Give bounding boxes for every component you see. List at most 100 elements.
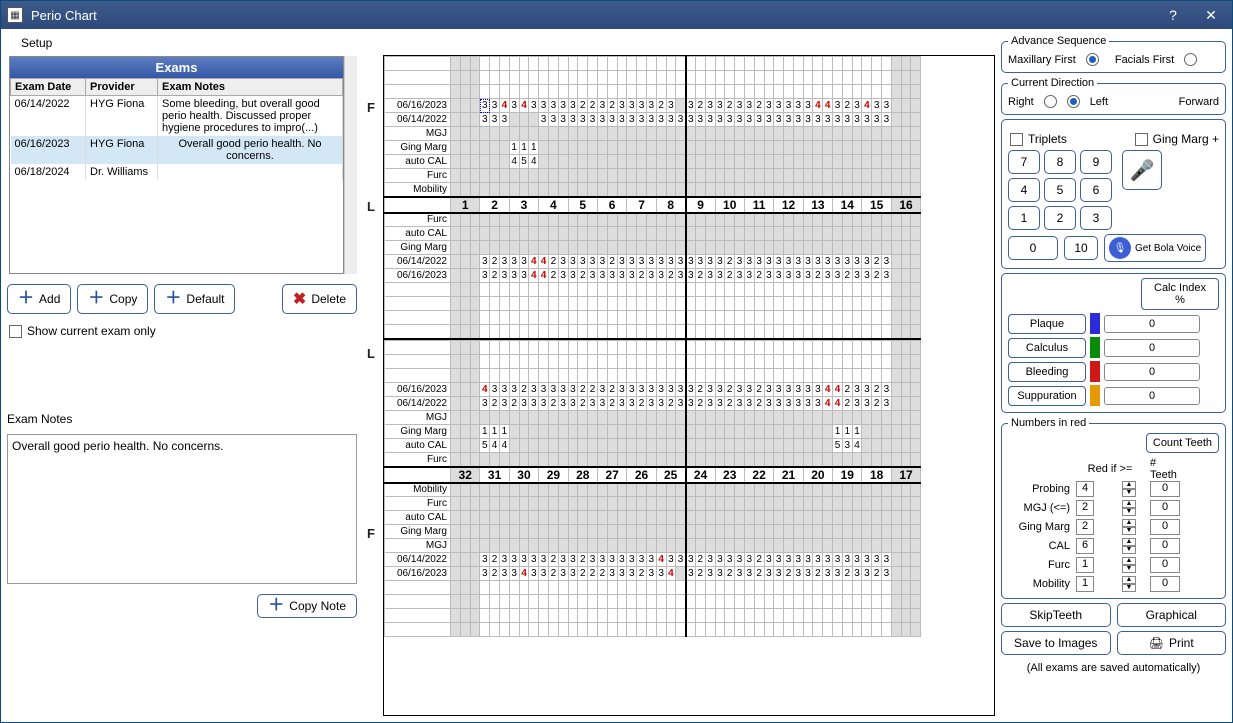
red-Furc-value[interactable]: 1 (1076, 557, 1094, 573)
forward-label: Forward (1179, 96, 1219, 108)
tooth-19: 19 (833, 467, 862, 483)
exam-row[interactable]: 06/18/2024 Dr. Williams (11, 164, 343, 180)
tooth-29: 29 (539, 467, 568, 483)
bleeding-color-swatch (1090, 361, 1100, 382)
maxillary-first-radio[interactable] (1086, 53, 1099, 66)
red-Probing-stepper[interactable]: ▲▼ (1122, 481, 1136, 497)
exam-row[interactable]: 06/16/2023 HYG Fiona Overall good perio … (11, 136, 343, 164)
perio-grid[interactable]: 06/16/2023334343333322323333233233233233… (383, 55, 995, 716)
skip-teeth-button[interactable]: SkipTeeth (1001, 603, 1111, 627)
tooth-1: 1 (451, 197, 480, 213)
red-Ging Marg-teeth: 0 (1150, 519, 1180, 535)
left-panel: Setup Exams Exam Date Provider Exam Note… (7, 33, 357, 716)
red-Probing-teeth: 0 (1150, 481, 1180, 497)
tooth-20: 20 (803, 467, 832, 483)
right-panel: Advance Sequence Maxillary First Facials… (1001, 33, 1226, 716)
row-label: 06/14/2022 (385, 397, 451, 411)
default-button[interactable]: ＋Default (154, 284, 235, 314)
red-Probing-value[interactable]: 4 (1076, 481, 1094, 497)
ging-marg-plus-checkbox[interactable]: Ging Marg + (1135, 132, 1219, 146)
microphone-button[interactable]: 🎤 (1122, 150, 1162, 190)
copy-note-button[interactable]: ＋Copy Note (257, 594, 357, 618)
bleeding-button[interactable]: Bleeding (1008, 362, 1086, 382)
maxillary-first-label: Maxillary First (1008, 54, 1076, 66)
key-6-button[interactable]: 6 (1080, 178, 1112, 202)
exam-notes-textarea[interactable]: Overall good perio health. No concerns. (7, 434, 357, 584)
col-exam-notes[interactable]: Exam Notes (158, 79, 343, 96)
facial-label: F (363, 453, 379, 613)
bleeding-value: 0 (1104, 363, 1200, 381)
help-button[interactable]: ? (1158, 4, 1188, 26)
show-current-exam-checkbox[interactable]: Show current exam only (9, 324, 357, 338)
triplets-checkbox[interactable]: Triplets (1010, 132, 1067, 146)
red-MGJ (<=)-stepper[interactable]: ▲▼ (1122, 500, 1136, 516)
red-Furc-teeth: 0 (1150, 557, 1180, 573)
red-CAL-teeth: 0 (1150, 538, 1180, 554)
red-Ging Marg-value[interactable]: 2 (1076, 519, 1094, 535)
calculus-value: 0 (1104, 339, 1200, 357)
tooth-14: 14 (833, 197, 862, 213)
calculus-button[interactable]: Calculus (1008, 338, 1086, 358)
close-button[interactable]: ✕ (1196, 4, 1226, 26)
perio-chart-window: ▦ Perio Chart ? ✕ Setup Exams Exam Date … (0, 0, 1233, 723)
exams-list: Exams Exam Date Provider Exam Notes 06/1… (9, 56, 344, 274)
save-to-images-button[interactable]: Save to Images (1001, 631, 1111, 655)
tooth-10: 10 (715, 197, 744, 213)
left-radio[interactable] (1067, 95, 1080, 108)
red-Furc-label: Furc (1008, 559, 1070, 571)
add-exam-button[interactable]: ＋Add (7, 284, 71, 314)
suppuration-button[interactable]: Suppuration (1008, 386, 1086, 406)
red-Mobility-value[interactable]: 1 (1076, 576, 1094, 592)
key-5-button[interactable]: 5 (1044, 178, 1076, 202)
plus-icon: ＋ (18, 293, 34, 305)
key-10-button[interactable]: 10 (1064, 236, 1098, 260)
tooth-32: 32 (451, 467, 480, 483)
suppuration-color-swatch (1090, 385, 1100, 406)
lingual-label: L (363, 253, 379, 453)
count-teeth-button[interactable]: Count Teeth (1146, 433, 1219, 453)
right-label: Right (1008, 96, 1034, 108)
red-CAL-value[interactable]: 6 (1076, 538, 1094, 554)
row-label: 06/16/2023 (385, 567, 451, 581)
bola-mic-icon: 🎙 (1109, 237, 1131, 259)
delete-exam-button[interactable]: ✖Delete (282, 284, 357, 314)
key-0-button[interactable]: 0 (1008, 236, 1058, 260)
key-7-button[interactable]: 7 (1008, 150, 1040, 174)
tooth-11: 11 (744, 197, 773, 213)
facials-first-radio[interactable] (1184, 53, 1197, 66)
key-9-button[interactable]: 9 (1080, 150, 1112, 174)
bola-voice-button[interactable]: 🎙 Get Bola Voice (1104, 234, 1206, 262)
key-2-button[interactable]: 2 (1044, 206, 1076, 230)
red-Furc-stepper[interactable]: ▲▼ (1122, 557, 1136, 573)
key-3-button[interactable]: 3 (1080, 206, 1112, 230)
key-4-button[interactable]: 4 (1008, 178, 1040, 202)
print-button[interactable]: 🖨Print (1117, 631, 1227, 655)
graphical-button[interactable]: Graphical (1117, 603, 1227, 627)
red-Mobility-stepper[interactable]: ▲▼ (1122, 576, 1136, 592)
facials-first-label: Facials First (1115, 54, 1174, 66)
red-Ging Marg-stepper[interactable]: ▲▼ (1122, 519, 1136, 535)
suppuration-value: 0 (1104, 387, 1200, 405)
key-1-button[interactable]: 1 (1008, 206, 1040, 230)
lingual-label: L (363, 159, 379, 253)
titlebar: ▦ Perio Chart ? ✕ (1, 1, 1232, 29)
surface-labels: F L L F (363, 55, 379, 716)
key-8-button[interactable]: 8 (1044, 150, 1076, 174)
right-radio[interactable] (1044, 95, 1057, 108)
row-label: 06/16/2023 (385, 383, 451, 397)
red-CAL-stepper[interactable]: ▲▼ (1122, 538, 1136, 554)
copy-exam-button[interactable]: ＋Copy (77, 284, 148, 314)
red-MGJ (<=)-label: MGJ (<=) (1008, 502, 1070, 514)
tooth-15: 15 (862, 197, 891, 213)
row-label: 06/16/2023 (385, 269, 451, 283)
red-Probing-label: Probing (1008, 483, 1070, 495)
col-exam-date[interactable]: Exam Date (11, 79, 86, 96)
red-Ging Marg-label: Ging Marg (1008, 521, 1070, 533)
left-label: Left (1090, 96, 1108, 108)
exam-row[interactable]: 06/14/2022 HYG Fiona Some bleeding, but … (11, 96, 343, 137)
calc-index-button[interactable]: Calc Index % (1141, 278, 1219, 310)
exams-scrollbar[interactable] (344, 56, 357, 274)
col-provider[interactable]: Provider (86, 79, 158, 96)
plaque-button[interactable]: Plaque (1008, 314, 1086, 334)
red-MGJ (<=)-value[interactable]: 2 (1076, 500, 1094, 516)
